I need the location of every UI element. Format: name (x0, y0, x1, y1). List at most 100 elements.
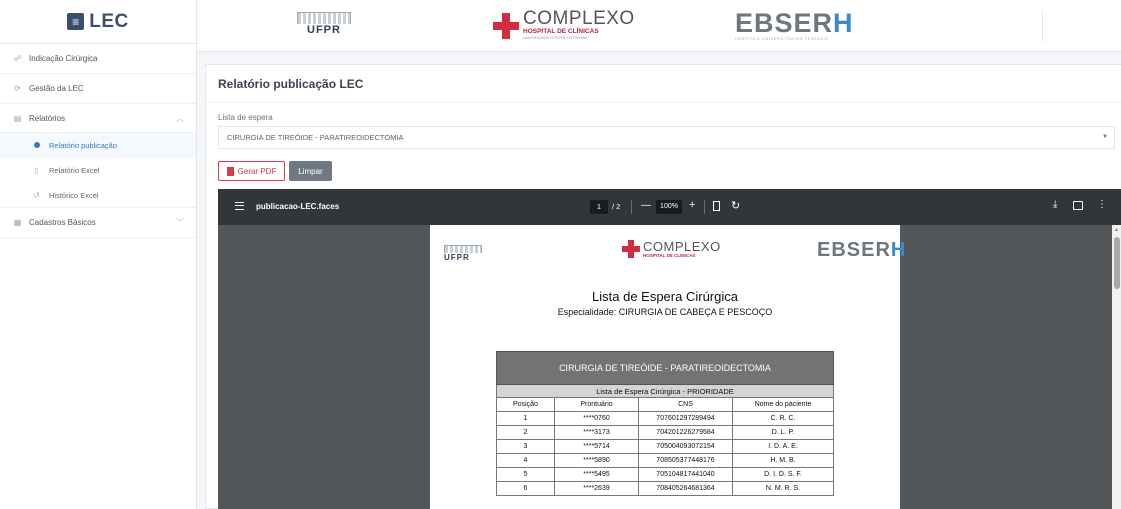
zoom-out-icon[interactable]: — (641, 200, 651, 211)
table-cell: ****5890 (554, 453, 639, 468)
more-options-icon[interactable]: ⋮ (1097, 199, 1107, 210)
waitlist-select-value: CIRURGIA DE TIREÓIDE - PARATIREOIDECTOMI… (227, 133, 404, 142)
generate-pdf-button[interactable]: Gerar PDF (218, 161, 285, 181)
table-cell: I. D. A. E. (732, 439, 834, 454)
sidebar-item-relatorios[interactable]: ▤ Relatórios ︿ (0, 104, 196, 133)
complexo-logo-word: COMPLEXO (523, 8, 635, 29)
table-cell: 2 (496, 425, 555, 440)
pdf-viewer: publicacao-LEC.faces 1 / 2 — 100% + ↻ ⤓ … (218, 189, 1121, 509)
doc-complexo-hc-logo: COMPLEXO HOSPITAL DE CLÍNICAS (622, 240, 721, 258)
table-row: 2 ****3173 704201226279584 D. L. P. (496, 425, 834, 440)
complexo-hc-logo: COMPLEXO HOSPITAL DE CLÍNICAS UNIVERSIDA… (493, 8, 635, 41)
table-cell: D. L. P. (732, 425, 834, 440)
sidebar-subitem-relatorio-excel[interactable]: ▯ Relatório Excel (0, 158, 196, 183)
clear-button[interactable]: Limpar (289, 161, 332, 181)
table-cell: N. M. R. S. (732, 481, 834, 496)
generate-pdf-label: Gerar PDF (237, 166, 277, 176)
scroll-up-icon[interactable]: ▲ (1114, 227, 1119, 233)
print-icon[interactable] (1073, 201, 1083, 210)
menu-icon[interactable] (235, 202, 244, 210)
table-cell: ****5495 (554, 467, 639, 482)
waitlist-table: CIRURGIA DE TIREÓIDE - PARATIREOIDECTOMI… (496, 351, 834, 496)
table-cell: ****0760 (554, 411, 639, 426)
table-cell: 1 (496, 411, 555, 426)
brand-mark-icon: ≡ (67, 13, 85, 30)
chevron-up-icon: ︿ (176, 113, 184, 123)
ebserh-logo: EBSERH HOSPITAIS UNIVERSITÁRIOS FEDERAIS (735, 8, 854, 42)
caret-down-icon: ▼ (1102, 134, 1108, 140)
doc-ufpr-logo: UFPR (444, 245, 482, 262)
header-divider (1042, 10, 1043, 42)
column-header: Nome do paciente (732, 397, 834, 412)
sidebar-subitem-label: Relatório publicação (49, 141, 117, 150)
table-row: 4 ****5890 708505377448176 H. M. B. (496, 453, 834, 468)
history-icon: ↺ (33, 190, 40, 200)
sidebar-item-cadastros-basicos[interactable]: ▦ Cadastros Básicos ﹀ (0, 208, 196, 238)
file-icon: ▯ (34, 166, 39, 175)
zoom-level-input[interactable]: 100% (656, 200, 682, 214)
table-cell: 708505377448176 (638, 453, 733, 468)
pdf-scrollbar[interactable]: ▲ (1112, 225, 1121, 509)
table-cell: D. I. D. S. F. (732, 467, 834, 482)
document-subtitle: Especialidade: CIRURGIA DE CABEÇA E PESC… (557, 307, 773, 317)
column-header: Posição (496, 397, 555, 412)
complexo-logo-caption: UNIVERSIDADE FEDERAL DO PARANÁ (523, 36, 588, 40)
sidebar-subitem-label: Histórico Excel (49, 190, 99, 200)
sidebar-item-label: Relatórios (29, 113, 66, 123)
doc-ebserh-logo-h: H (890, 239, 907, 261)
page-number-input[interactable]: 1 (590, 200, 608, 214)
table-cell: 3 (496, 439, 555, 454)
doc-complexo-logo-word: COMPLEXO (643, 238, 721, 254)
doc-ufpr-logo-text: UFPR (444, 253, 470, 262)
chevron-down-icon: ﹀ (176, 218, 184, 227)
zoom-in-icon[interactable]: + (689, 199, 695, 211)
table-cell: ****5714 (554, 439, 639, 454)
table-header-row: Posição Prontuário CNS Nome do paciente (496, 397, 834, 412)
page-title: Relatório publicação LEC (206, 65, 1121, 103)
pdf-filename: publicacao-LEC.faces (256, 202, 340, 211)
fit-page-icon[interactable] (713, 201, 720, 211)
sidebar: ≡ LEC ☍ Indicação Cirúrgica ⟳ Gestão da … (0, 0, 197, 509)
brand-logo[interactable]: ≡ LEC (0, 0, 196, 44)
document-title: Lista de Espera Cirúrgica (592, 289, 738, 304)
toolbar-divider (631, 200, 632, 214)
table-cell: 707601297289494 (638, 411, 733, 426)
table-title: CIRURGIA DE TIREÓIDE - PARATIREOIDECTOMI… (496, 351, 834, 385)
sidebar-subitem-historico-excel[interactable]: ↺ Histórico Excel (0, 183, 196, 208)
red-cross-icon (622, 240, 640, 258)
table-cell: H. M. B. (732, 453, 834, 468)
waitlist-select[interactable]: CIRURGIA DE TIREÓIDE - PARATIREOIDECTOMI… (218, 126, 1115, 149)
sidebar-item-label: Cadastros Básicos (29, 218, 96, 227)
refresh-icon: ⟳ (14, 84, 21, 93)
sidebar-item-indicacao-cirurgica[interactable]: ☍ Indicação Cirúrgica (0, 44, 196, 74)
reports-icon: ▤ (13, 113, 22, 123)
table-row: 6 ****2639 708405264681364 N. M. R. S. (496, 481, 834, 496)
rotate-icon[interactable]: ↻ (731, 199, 740, 212)
scrollbar-thumb[interactable] (1114, 237, 1120, 289)
table-cell: 705004093072154 (638, 439, 733, 454)
table-cell: 705104817441040 (638, 467, 733, 482)
table-cell: 4 (496, 453, 555, 468)
table-row: 1 ****0760 707601297289494 C. R. C. (496, 411, 834, 426)
table-cell: 5 (496, 467, 555, 482)
pdf-toolbar: publicacao-LEC.faces 1 / 2 — 100% + ↻ ⤓ … (218, 189, 1121, 225)
report-card: Relatório publicação LEC Lista de espera… (205, 64, 1121, 509)
sidebar-item-label: Gestão da LEC (29, 84, 84, 93)
ebserh-logo-word: EBSER (735, 8, 834, 38)
sidebar-item-gestao-lec[interactable]: ⟳ Gestão da LEC (0, 74, 196, 104)
indication-icon: ☍ (13, 54, 22, 63)
table-cell: 6 (496, 481, 555, 496)
table-cell: 704201226279584 (638, 425, 733, 440)
doc-ebserh-logo: EBSERH (817, 240, 906, 260)
pdf-file-icon (226, 166, 234, 176)
table-cell: ****3173 (554, 425, 639, 440)
ebserh-logo-h: H (833, 8, 854, 38)
sidebar-item-label: Indicação Cirúrgica (29, 54, 98, 63)
table-cell: C. R. C. (732, 411, 834, 426)
sidebar-subitem-relatorio-publicacao[interactable]: Relatório publicação (0, 133, 196, 158)
ufpr-logo-text: UFPR (307, 24, 341, 36)
pdf-page: UFPR COMPLEXO HOSPITAL DE CLÍNICAS EBSER… (430, 225, 905, 509)
download-icon[interactable]: ⤓ (1053, 199, 1057, 210)
table-cell: 708405264681364 (638, 481, 733, 496)
doc-ebserh-logo-word: EBSER (817, 239, 891, 261)
